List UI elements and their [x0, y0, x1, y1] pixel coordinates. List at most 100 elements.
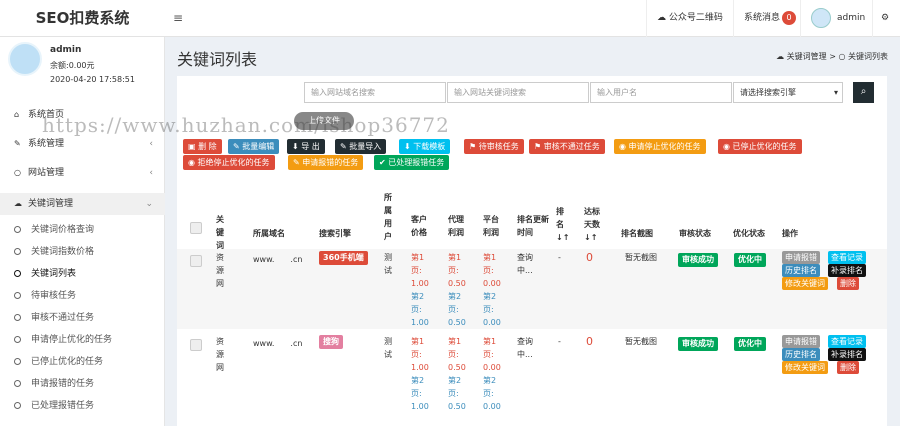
apply-error-tasks-button[interactable]: ✎ 申请报错的任务 [288, 155, 364, 170]
settings-icon[interactable]: ⚙ [872, 0, 900, 37]
circle-icon: ◉ [188, 158, 198, 167]
edit-icon: ✎ [340, 142, 350, 151]
row-platform-profit: 第1页: 0.00 第2页: 0.00 [483, 253, 501, 327]
row-domain: www. .cn [253, 255, 303, 264]
cloud-icon: ☁ [14, 199, 22, 208]
add-rank-button[interactable]: 补录排名 [828, 348, 866, 361]
wechat-qrcode-link[interactable]: ☁ 公众号二维码 [646, 0, 733, 37]
row-days: 0 [586, 335, 593, 348]
engine-select[interactable]: 请选择搜索引擎 ▾ [733, 82, 843, 103]
row-keyword: 资源网 [216, 337, 224, 372]
sidebar-item-keywords[interactable]: ☁ 关键词管理 ⌄ [0, 193, 165, 215]
history-rank-button[interactable]: 历史排名 [782, 264, 820, 277]
app-logo[interactable]: SEO扣费系统 [0, 0, 165, 37]
sidebar-subitem-apply-error[interactable]: 申请报错的任务 [0, 373, 165, 395]
opt-status-badge: 优化中 [734, 253, 766, 267]
circle-icon: ○ [14, 168, 21, 177]
row-checkbox[interactable] [190, 339, 202, 351]
sidebar-subitem-apply-stop[interactable]: 申请停止优化的任务 [0, 329, 165, 351]
chevron-down-icon: ⌄ [145, 199, 153, 209]
sidebar-subitem-stopped[interactable]: 已停止优化的任务 [0, 351, 165, 373]
sidebar-subitem-handled-error[interactable]: 已处理报错任务 [0, 395, 165, 417]
view-records-button[interactable]: 查看记录 [828, 335, 866, 348]
search-button[interactable]: ⌕ [853, 82, 874, 103]
circle-icon [14, 358, 21, 365]
breadcrumb-parent[interactable]: 关键词管理 [787, 52, 827, 61]
system-messages-link[interactable]: 系统消息 0 [733, 0, 806, 37]
col-keyword[interactable]: 关键词 [216, 213, 230, 252]
col-engine: 搜索引擎 [319, 229, 351, 238]
cloud-icon: ☁ [776, 52, 787, 61]
col-rank-update: 排名更新时间 [517, 215, 549, 237]
username-search-input[interactable]: 输入用户名 [590, 82, 732, 103]
col-days[interactable]: 达标天数↓↑ [584, 205, 606, 244]
batch-edit-button[interactable]: ✎ 批量编辑 [228, 139, 280, 154]
circle-icon [14, 226, 21, 233]
circle-icon: ◉ [619, 142, 629, 151]
download-template-button[interactable]: ⬇ 下载模板 [399, 139, 451, 154]
delete-row-button[interactable]: 删除 [837, 277, 859, 290]
handled-error-tasks-button[interactable]: ✔ 已处理报错任务 [374, 155, 450, 170]
delete-button[interactable]: ▣ 删 除 [183, 139, 222, 154]
row-checkbox[interactable] [190, 255, 202, 267]
site-search-input[interactable]: 输入网站域名搜索 [304, 82, 446, 103]
sidebar-subitem-rejected[interactable]: 审核不通过任务 [0, 307, 165, 329]
engine-badge: 搜狗 [319, 335, 343, 349]
circle-icon [14, 336, 21, 343]
apply-error-button[interactable]: 申请报错 [782, 251, 820, 264]
row-rank: - [558, 337, 561, 346]
delete-row-button[interactable]: 删除 [837, 361, 859, 374]
view-records-button[interactable]: 查看记录 [828, 251, 866, 264]
apply-stop-tasks-button[interactable]: ◉ 申请停止优化的任务 [614, 139, 706, 154]
export-button[interactable]: ⬇ 导 出 [287, 139, 325, 154]
keyword-search-input[interactable]: 输入网站关键词搜索 [447, 82, 589, 103]
row-user: 测试 [384, 253, 392, 275]
caret-down-icon: ▾ [833, 88, 838, 97]
history-rank-button[interactable]: 历史排名 [782, 348, 820, 361]
batch-import-button[interactable]: ✎ 批量导入 [335, 139, 387, 154]
col-opt: 优化状态 [733, 229, 765, 238]
row-keyword: 资源网 [216, 253, 224, 288]
sidebar-subitem-keyword-list[interactable]: 关键词列表 [0, 263, 165, 285]
col-rank[interactable]: 排名↓↑ [556, 205, 569, 244]
row-agent-profit: 第1页: 0.50 第2页: 0.50 [448, 253, 466, 327]
circle-icon: ◉ [723, 142, 733, 151]
row-snapshot: 暂无截图 [625, 337, 657, 346]
refuse-stop-tasks-button[interactable]: ◉ 拒绝停止优化的任务 [183, 155, 275, 170]
stopped-tasks-button[interactable]: ◉ 已停止优化的任务 [718, 139, 802, 154]
circle-icon [14, 270, 21, 277]
col-client-price: 客户价格 [411, 215, 427, 237]
edit-keyword-button[interactable]: 修改关键词 [782, 361, 828, 374]
login-time: 2020-04-20 17:58:51 [50, 75, 135, 84]
circle-icon [14, 248, 21, 255]
check-icon: ✔ [379, 158, 389, 167]
pending-tasks-button[interactable]: ⚑ 待审核任务 [464, 139, 524, 154]
rejected-tasks-button[interactable]: ⚑ 审核不通过任务 [529, 139, 605, 154]
col-audit: 审核状态 [679, 229, 711, 238]
message-count-badge: 0 [782, 11, 797, 25]
sidebar: admin 余额:0.00元 2020-04-20 17:58:51 ⌂ 系统首页… [0, 37, 165, 426]
download-icon: ⬇ [404, 142, 414, 151]
col-user: 所属用户 [384, 193, 392, 241]
row-rank: - [558, 253, 561, 262]
row-rank-update: 查询中... [517, 253, 533, 275]
edit-keyword-button[interactable]: 修改关键词 [782, 277, 828, 290]
sidebar-subitem-pending[interactable]: 待审核任务 [0, 285, 165, 307]
sidebar-subitem-price-query[interactable]: 关键词价格查询 [0, 219, 165, 241]
col-agent-profit: 代理利润 [448, 215, 464, 237]
sidebar-subitem-index-price[interactable]: 关键词指数价格 [0, 241, 165, 263]
search-icon: ⌕ [860, 86, 867, 97]
watermark-text: https://www.huzhan.com/ishop36772 [42, 113, 450, 137]
menu-toggle-icon[interactable]: ≡ [173, 11, 183, 25]
user-menu[interactable]: admin [800, 0, 875, 37]
row-agent-profit: 第1页: 0.50 第2页: 0.50 [448, 337, 466, 411]
select-all-checkbox[interactable] [190, 222, 202, 234]
audit-status-badge: 审核成功 [678, 337, 718, 351]
main-content: 关键词列表 ☁ 关键词管理 > ○ 关键词列表 输入网站域名搜索 输入网站关键词… [165, 37, 900, 426]
add-rank-button[interactable]: 补录排名 [828, 264, 866, 277]
sidebar-item-site[interactable]: ○ 网站管理 ‹ [0, 162, 165, 184]
circle-icon [14, 380, 21, 387]
avatar [8, 42, 42, 76]
circle-icon [14, 402, 21, 409]
apply-error-button[interactable]: 申请报错 [782, 335, 820, 348]
